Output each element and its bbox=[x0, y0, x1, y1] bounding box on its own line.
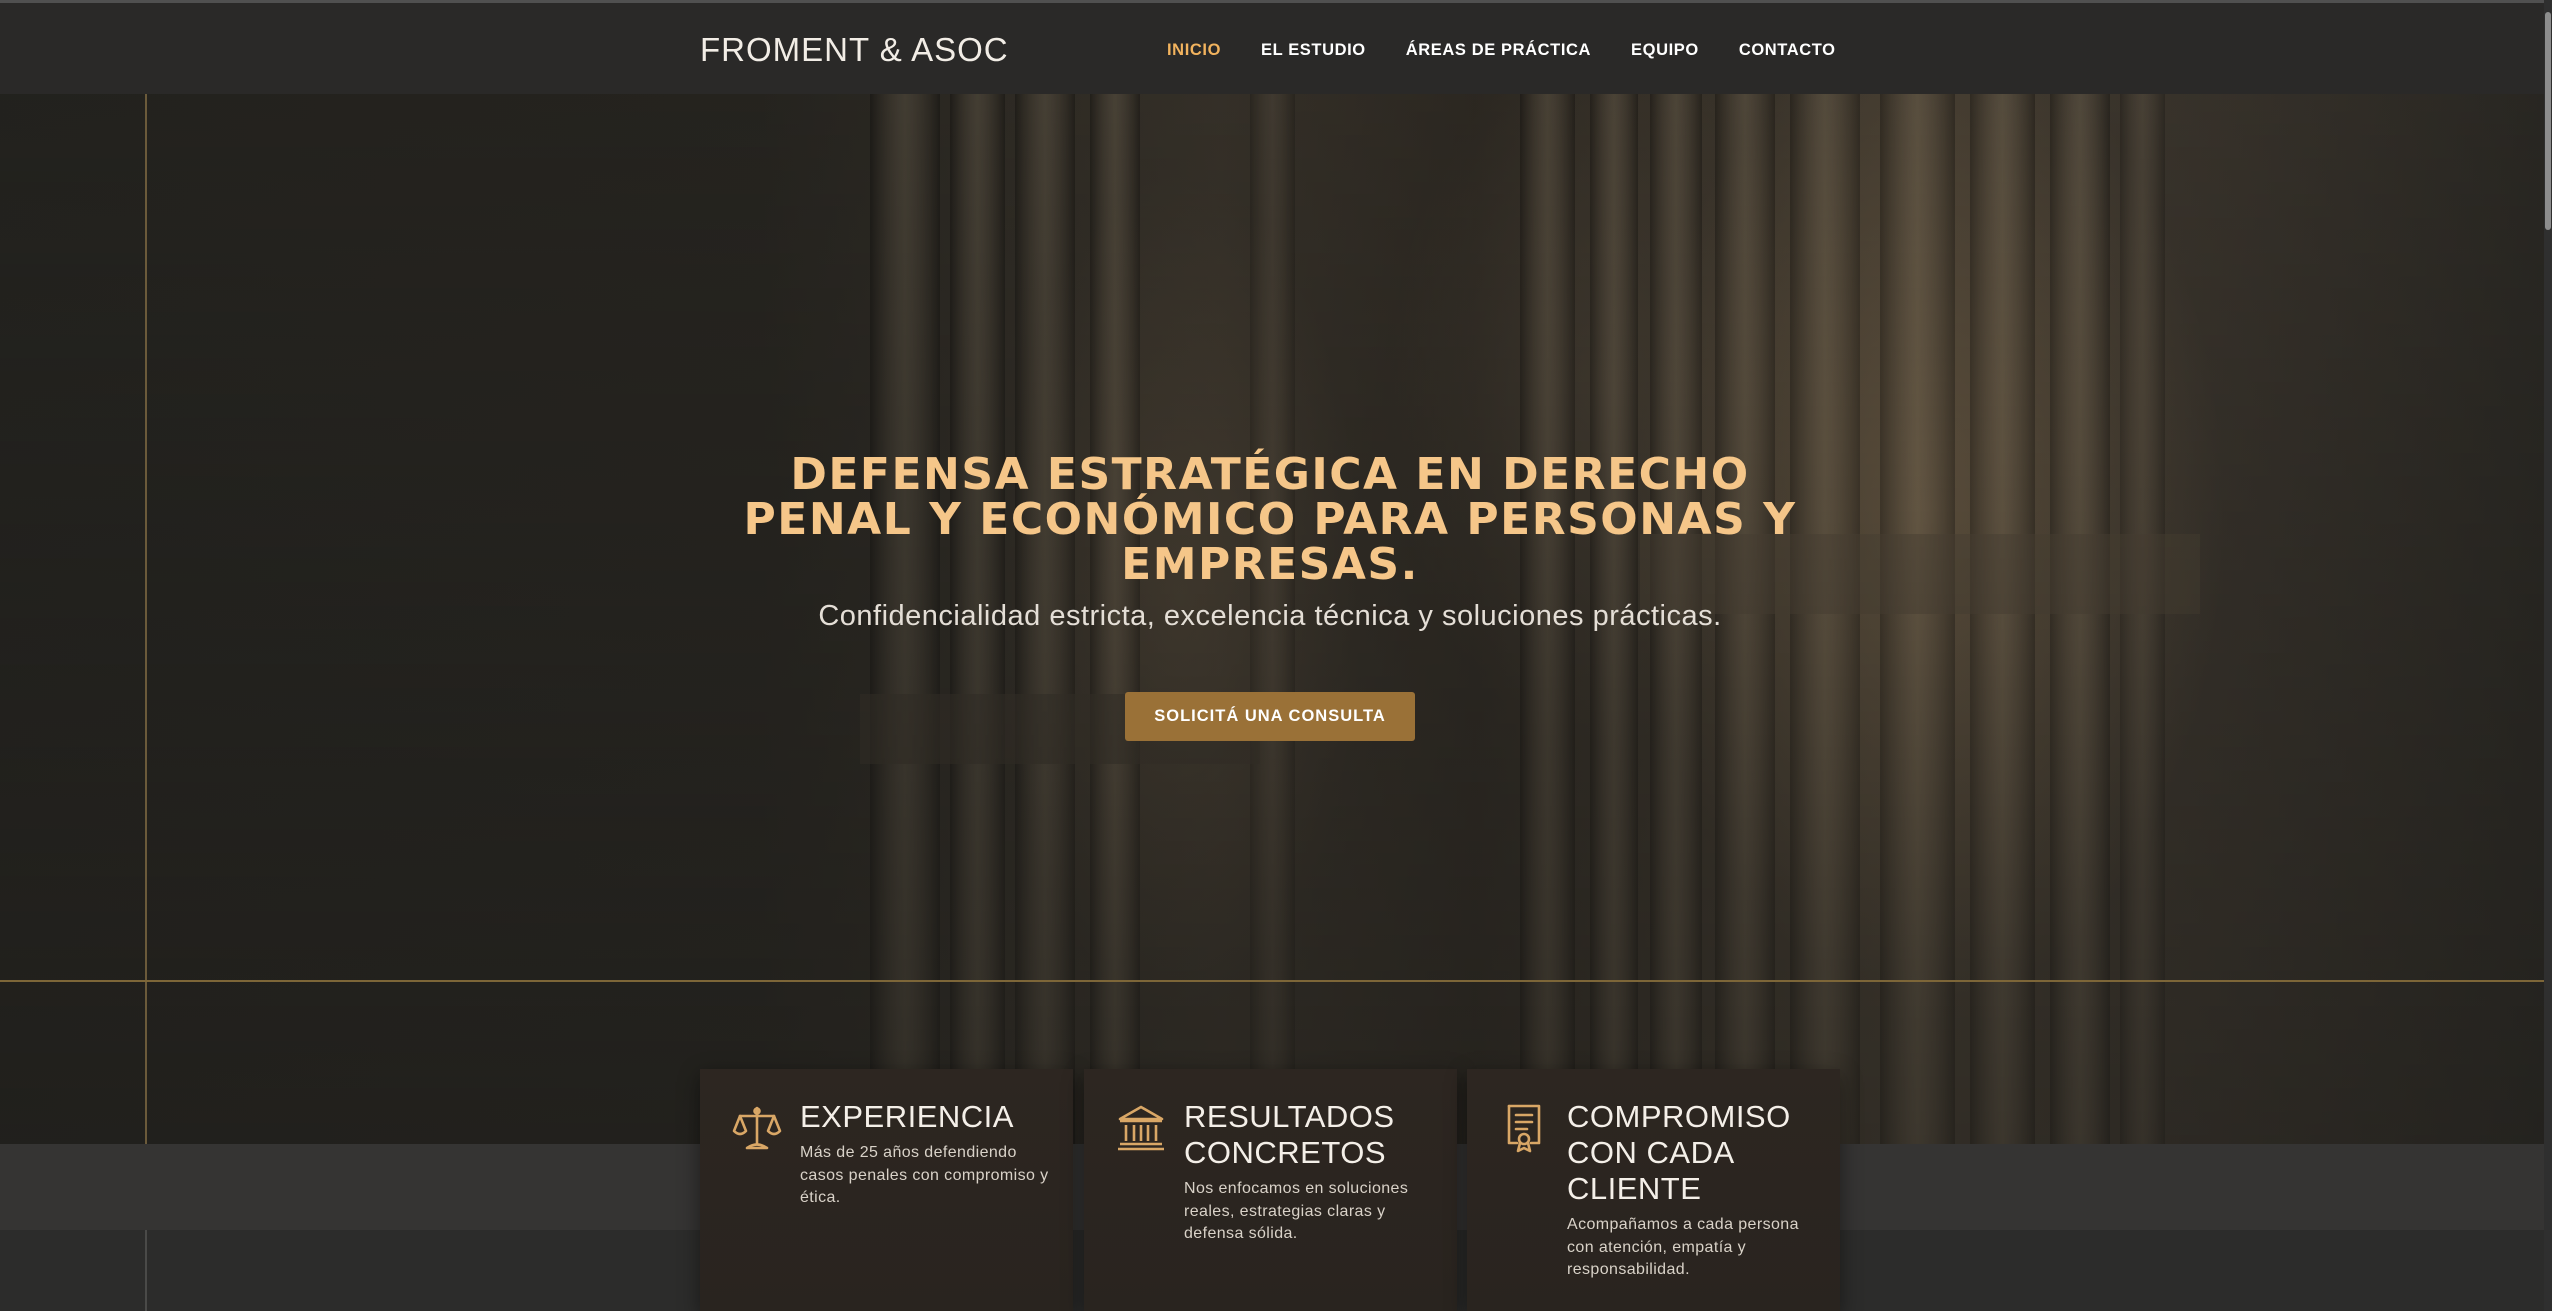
nav-item-equipo[interactable]: EQUIPO bbox=[1631, 41, 1699, 60]
feature-text: Nos enfocamos en soluciones reales, estr… bbox=[1184, 1180, 1409, 1242]
hero-title-line-1: DEFENSA ESTRATÉGICA EN DERECHO bbox=[790, 449, 1750, 500]
scales-icon bbox=[732, 1106, 782, 1150]
site-header: FROMENT & ASOC INICIO EL ESTUDIO ÁREAS D… bbox=[0, 3, 2544, 94]
nav-item-areas-de-practica[interactable]: ÁREAS DE PRÁCTICA bbox=[1406, 41, 1591, 60]
site-logo[interactable]: FROMENT & ASOC bbox=[700, 31, 1009, 69]
nav-item-contacto[interactable]: CONTACTO bbox=[1739, 41, 1836, 60]
feature-card-resultados: RESULTADOS CONCRETOS Nos enfocamos en so… bbox=[1084, 1069, 1457, 1311]
feature-text: Más de 25 años defendiendo casos penales… bbox=[800, 1144, 1049, 1206]
feature-card-experiencia: EXPERIENCIA Más de 25 años defendiendo c… bbox=[700, 1069, 1073, 1311]
consultation-button[interactable]: SOLICITÁ UNA CONSULTA bbox=[1125, 692, 1415, 741]
courthouse-icon bbox=[1118, 1105, 1164, 1151]
hero-subtitle: Confidencialidad estricta, excelencia té… bbox=[818, 600, 1722, 632]
decorative-vertical-line bbox=[145, 94, 147, 1144]
certificate-icon bbox=[1507, 1104, 1541, 1153]
feature-title: RESULTADOS CONCRETOS bbox=[1184, 1099, 1395, 1170]
scrollbar-thumb[interactable] bbox=[2545, 12, 2551, 230]
feature-title: EXPERIENCIA bbox=[800, 1099, 1014, 1134]
main-nav: INICIO EL ESTUDIO ÁREAS DE PRÁCTICA EQUI… bbox=[1167, 41, 1876, 60]
hero-title: DEFENSA ESTRATÉGICA EN DERECHO PENAL Y E… bbox=[700, 452, 1840, 587]
feature-card-compromiso: COMPROMISO CON CADA CLIENTE Acompañamos … bbox=[1467, 1069, 1840, 1311]
hero-title-line-3: EMPRESAS. bbox=[1121, 539, 1419, 590]
feature-text: Acompañamos a cada persona con atención,… bbox=[1567, 1216, 1799, 1278]
decorative-horizontal-line bbox=[0, 980, 2544, 982]
nav-item-el-estudio[interactable]: EL ESTUDIO bbox=[1261, 41, 1366, 60]
feature-title: COMPROMISO CON CADA CLIENTE bbox=[1567, 1099, 1791, 1206]
hero-title-line-2: PENAL Y ECONÓMICO PARA PERSONAS Y bbox=[743, 494, 1797, 545]
nav-item-inicio[interactable]: INICIO bbox=[1167, 41, 1221, 60]
decorative-vertical-line-lower bbox=[145, 1230, 147, 1311]
